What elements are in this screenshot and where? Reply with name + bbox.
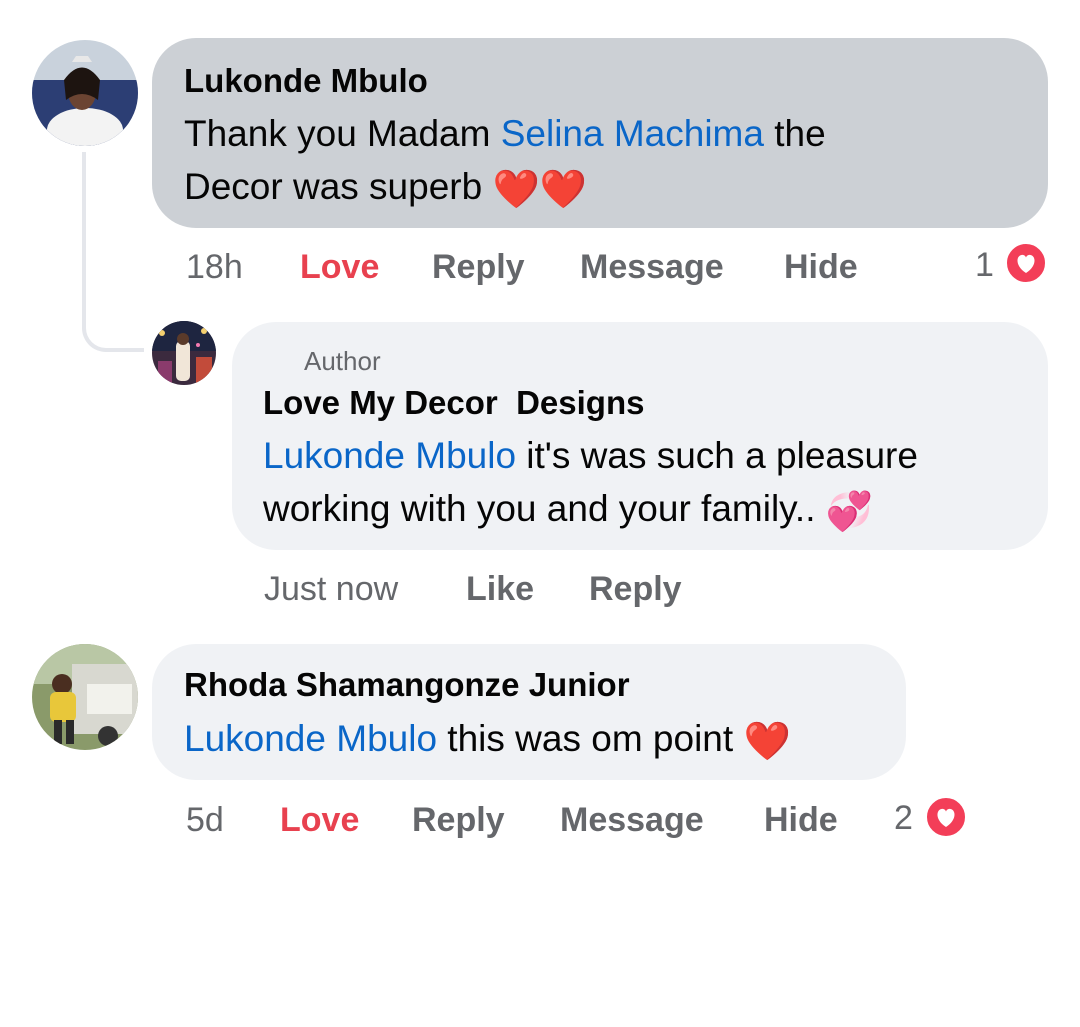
user-avatar-image [32, 40, 138, 146]
reply-button[interactable]: Reply [432, 250, 525, 284]
comment-author-name[interactable]: Rhoda Shamangonze Junior [184, 668, 630, 701]
like-button[interactable]: Like [466, 572, 534, 606]
comment-timestamp[interactable]: 5d [186, 803, 224, 837]
heart-reaction-icon[interactable] [925, 796, 967, 838]
mention-link[interactable]: Lukonde Mbulo [184, 718, 437, 759]
thread-connector-line [82, 152, 144, 352]
comment-text-segment: Thank you Madam [184, 113, 501, 154]
author-badge: Author [304, 346, 381, 376]
mention-link[interactable]: Lukonde Mbulo [263, 435, 516, 476]
comment-text-segment: working with you and your family.. [263, 488, 826, 529]
red-heart-emoji: ❤️❤️ [492, 169, 588, 211]
reply-button[interactable]: Reply [589, 572, 682, 606]
comment-text-segment: Decor was superb [184, 166, 493, 207]
comment-text: Thank you Madam Selina Machima the Decor… [184, 107, 1034, 213]
comment-timestamp[interactable]: 18h [186, 250, 243, 284]
comment-text-segment: it's was such a pleasure [516, 435, 918, 476]
comment-text-segment: the [763, 113, 826, 154]
love-button[interactable]: Love [280, 803, 359, 837]
reply-timestamp[interactable]: Just now [264, 572, 398, 606]
reply-button[interactable]: Reply [412, 803, 505, 837]
heart-reaction-icon[interactable] [1005, 242, 1047, 284]
avatar[interactable] [152, 321, 216, 385]
comment-author-name[interactable]: Lukonde Mbulo [184, 64, 428, 97]
red-heart-emoji: ❤️ [743, 721, 791, 763]
reaction-count[interactable]: 1 [975, 248, 994, 282]
reply-text: Lukonde Mbulo it's was such a pleasure w… [263, 429, 1043, 535]
message-button[interactable]: Message [580, 250, 724, 284]
mention-link[interactable]: Selina Machima [501, 113, 764, 154]
reply-author-name[interactable]: Love My Decor Designs [263, 386, 644, 419]
avatar[interactable] [32, 644, 138, 750]
page-avatar-image [152, 321, 216, 385]
hide-button[interactable]: Hide [764, 803, 838, 837]
reaction-count[interactable]: 2 [894, 801, 913, 835]
love-button[interactable]: Love [300, 250, 379, 284]
message-button[interactable]: Message [560, 803, 704, 837]
avatar[interactable] [32, 40, 138, 146]
comment-text: Lukonde Mbulo this was om point ❤️ [184, 712, 894, 765]
user-avatar-image [32, 644, 138, 750]
comment-text-segment: this was om point [437, 718, 744, 759]
hide-button[interactable]: Hide [784, 250, 858, 284]
two-hearts-emoji: 💞 [825, 491, 874, 533]
